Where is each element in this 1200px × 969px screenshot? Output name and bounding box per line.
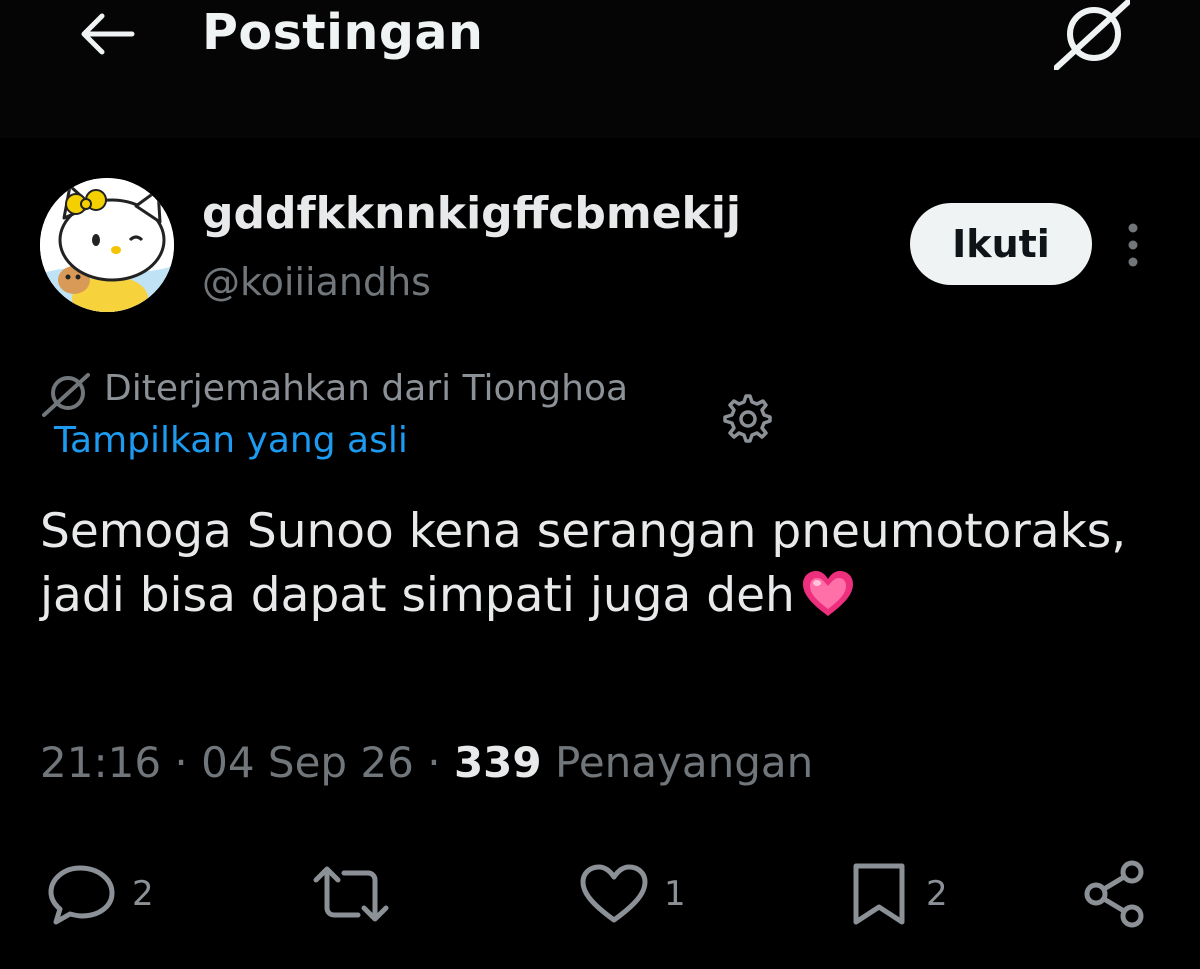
translated-from-label: Diterjemahkan dari Tionghoa — [104, 368, 629, 409]
avatar-hello-kitty-image — [40, 178, 174, 312]
like-button[interactable]: 1 — [578, 858, 686, 930]
repost-icon — [313, 866, 389, 922]
post-text: Semoga Sunoo kena serangan pneumotoraks,… — [40, 500, 1150, 628]
post-date[interactable]: 04 Sep 26 — [201, 738, 414, 787]
share-icon — [1084, 860, 1144, 928]
post-time[interactable]: 21:16 — [40, 738, 161, 787]
back-button[interactable] — [76, 10, 138, 58]
heart-icon — [580, 864, 648, 923]
reply-button[interactable]: 2 — [48, 858, 154, 930]
avatar[interactable] — [40, 178, 174, 312]
repost-button[interactable] — [310, 858, 406, 930]
top-bar: Postingan — [0, 0, 1200, 138]
views-count[interactable]: 339 — [454, 738, 542, 787]
post-text-content: Semoga Sunoo kena serangan pneumotoraks,… — [40, 504, 1127, 623]
share-button[interactable] — [1080, 858, 1150, 930]
author-handle[interactable]: @koiiiandhs — [202, 260, 431, 304]
bookmark-count: 2 — [926, 874, 948, 914]
bookmark-icon — [853, 863, 905, 925]
grok-icon — [42, 373, 90, 417]
more-vertical-icon — [1128, 223, 1138, 267]
like-count: 1 — [664, 874, 686, 914]
more-options-button[interactable] — [1118, 222, 1148, 268]
views-label[interactable]: Penayangan — [555, 738, 813, 787]
reply-icon — [48, 865, 115, 925]
translation-settings-button[interactable] — [722, 393, 774, 445]
gear-icon — [723, 394, 772, 443]
grok-icon — [1053, 0, 1131, 71]
post-meta: 21:16 · 04 Sep 26 · 339 Penayangan — [40, 738, 813, 787]
pink-heart-emoji — [802, 571, 853, 616]
meta-separator: · — [174, 738, 188, 787]
page-title: Postingan — [202, 4, 484, 61]
reply-count: 2 — [132, 874, 154, 914]
bookmark-button[interactable]: 2 — [846, 858, 948, 930]
arrow-left-icon — [81, 13, 135, 55]
follow-button[interactable]: Ikuti — [910, 203, 1092, 285]
show-original-link[interactable]: Tampilkan yang asli — [54, 420, 408, 461]
meta-separator: · — [427, 738, 441, 787]
author-display-name[interactable]: gddfkknnkigffcbmekij — [202, 188, 741, 239]
grok-button[interactable] — [1053, 0, 1131, 71]
